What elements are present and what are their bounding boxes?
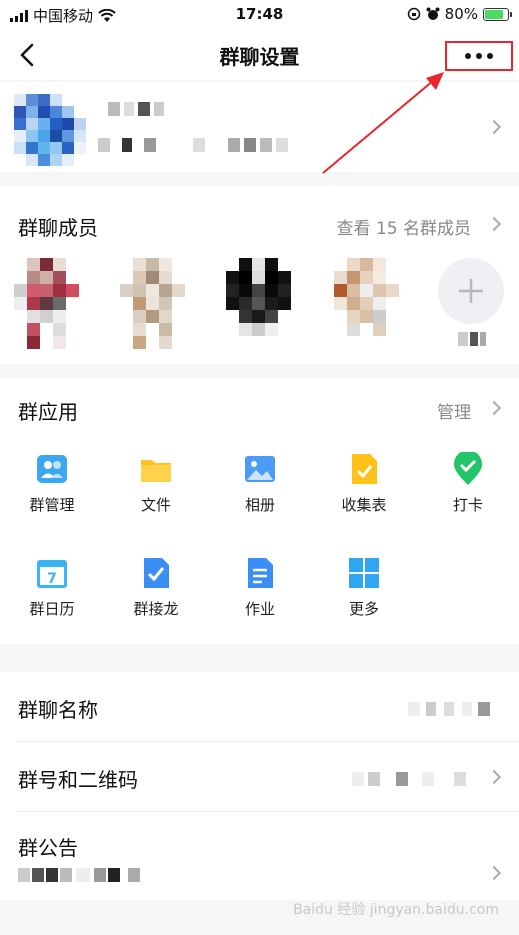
app-label: 群管理 (29, 496, 75, 514)
rotation-lock-icon (407, 7, 420, 21)
announcement-content-redacted (18, 868, 148, 882)
member-avatar[interactable] (120, 258, 185, 354)
chevron-right-icon (486, 769, 502, 785)
chevron-right-icon (486, 865, 502, 881)
members-card: 群聊成员 查看 15 名群成员 (0, 186, 519, 364)
watermark: Baidu 经验 jingyan.baidu.com (293, 902, 499, 918)
group-number-label: 群号和二维码 (18, 768, 138, 792)
group-name-row[interactable]: 群聊名称 (0, 672, 519, 742)
page-title: 群聊设置 (219, 45, 300, 69)
collect-form-icon (347, 452, 381, 486)
app-label: 打卡 (452, 496, 483, 514)
calendar-icon: 7 (35, 556, 69, 590)
group-apps-card: 群应用 管理 群管理 文件 相册 收集表 打卡 7 群日历 群接龙 作业 更多 (0, 378, 519, 644)
dot-icon (487, 53, 493, 59)
plus-icon (459, 279, 483, 303)
album-icon (243, 452, 277, 486)
announcement-row[interactable]: 群公告 (0, 812, 519, 900)
announcement-label: 群公告 (18, 836, 78, 860)
dot-icon (465, 53, 471, 59)
member-avatar[interactable] (14, 258, 79, 354)
group-name-value-redacted (408, 702, 498, 716)
manage-apps-link[interactable]: 管理 (437, 398, 471, 423)
app-label: 作业 (244, 600, 275, 618)
group-name-redacted (108, 102, 188, 116)
alarm-icon (426, 7, 440, 20)
app-relay[interactable]: 群接龙 (104, 556, 208, 619)
members-title: 群聊成员 (18, 216, 98, 240)
chevron-right-icon (486, 216, 502, 232)
apps-title: 群应用 (18, 400, 78, 424)
status-bar: 中国移动 17:48 80% (0, 0, 519, 30)
more-apps-icon (347, 556, 381, 590)
app-check-in[interactable]: 打卡 (416, 450, 519, 515)
app-collect-form[interactable]: 收集表 (312, 452, 416, 515)
group-number-qr-row[interactable]: 群号和二维码 (0, 742, 519, 812)
app-homework[interactable]: 作业 (208, 556, 312, 619)
group-profile-card[interactable] (0, 82, 519, 172)
group-number-redacted (98, 138, 298, 152)
battery-percent: 80% (444, 5, 478, 23)
app-label: 文件 (140, 496, 171, 514)
app-label: 群接龙 (133, 600, 179, 618)
add-member-button[interactable] (438, 258, 504, 324)
homework-icon (243, 556, 277, 590)
app-label: 相册 (244, 496, 275, 514)
member-avatar[interactable] (334, 258, 399, 354)
app-calendar[interactable]: 7 群日历 (0, 556, 104, 619)
chevron-right-icon (486, 400, 502, 416)
app-label: 收集表 (341, 496, 387, 514)
group-number-value-redacted (352, 772, 472, 786)
more-options-button[interactable] (445, 41, 513, 71)
group-avatar (14, 94, 86, 166)
check-in-icon (451, 450, 485, 486)
view-all-members-link[interactable]: 查看 15 名群成员 (337, 214, 471, 239)
relay-icon (139, 556, 173, 590)
group-manage-icon (35, 452, 69, 486)
svg-text:7: 7 (47, 571, 57, 587)
app-label: 群日历 (29, 600, 75, 618)
app-more[interactable]: 更多 (312, 556, 416, 619)
app-group-manage[interactable]: 群管理 (0, 452, 104, 515)
add-member-label-redacted (458, 332, 488, 346)
app-files[interactable]: 文件 (104, 452, 208, 515)
battery-icon (483, 7, 512, 21)
app-label: 更多 (348, 600, 379, 618)
app-album[interactable]: 相册 (208, 452, 312, 515)
navigation-bar: 群聊设置 (0, 30, 519, 80)
group-name-label: 群聊名称 (18, 698, 98, 722)
member-avatar[interactable] (226, 258, 291, 354)
folder-icon (139, 452, 173, 486)
dot-icon (476, 53, 482, 59)
chevron-right-icon (486, 119, 502, 135)
